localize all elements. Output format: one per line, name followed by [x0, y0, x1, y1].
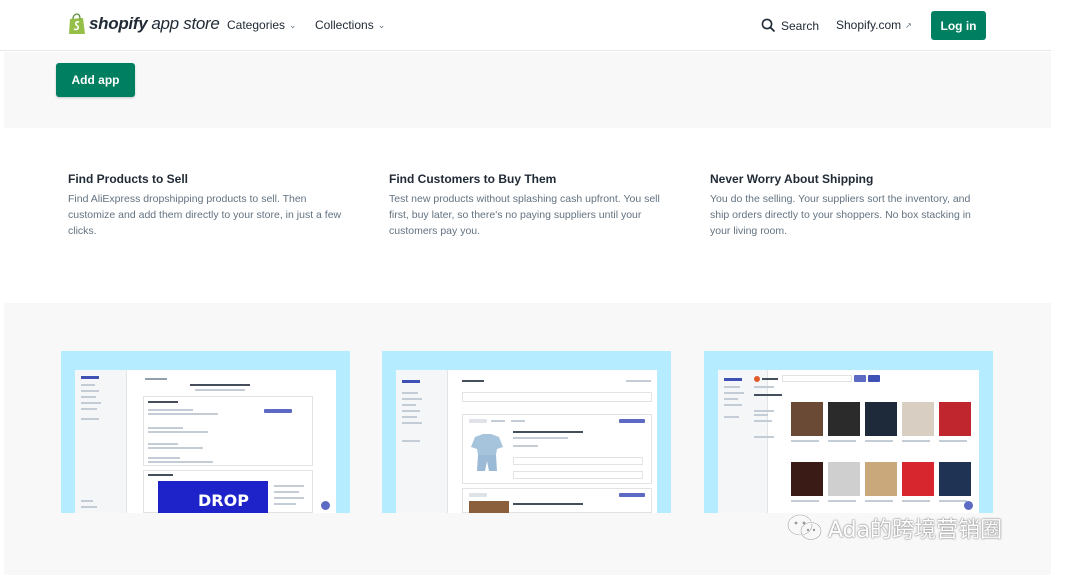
feature-title: Find Customers to Buy Them	[389, 172, 557, 186]
add-app-button[interactable]: Add app	[56, 63, 135, 97]
screenshot-window	[396, 370, 657, 513]
external-link-icon: ↗	[905, 20, 912, 30]
chat-bubble-icon	[321, 501, 330, 510]
feature-shipping: Never Worry About Shipping You do the se…	[710, 172, 985, 239]
product-thumbnail	[791, 462, 823, 496]
nav-collections-label: Collections	[315, 18, 374, 32]
shopify-com-link[interactable]: Shopify.com ↗	[836, 18, 912, 32]
search-icon	[761, 18, 776, 33]
product-thumbnail	[828, 402, 860, 436]
feature-body: You do the selling. Your suppliers sort …	[710, 193, 971, 237]
nav-categories[interactable]: Categories ⌄	[227, 18, 297, 32]
screenshot-product-search[interactable]	[704, 351, 993, 513]
product-thumbnail	[865, 402, 897, 436]
login-button[interactable]: Log in	[931, 11, 986, 40]
wechat-icon	[787, 514, 822, 541]
screenshot-import-list[interactable]	[382, 351, 671, 513]
product-thumbnail	[939, 402, 971, 436]
app-header-band	[4, 52, 1051, 128]
top-header: shopify app store Categories ⌄ Collectio…	[0, 0, 1051, 51]
feature-find-products: Find Products to Sell Find AliExpress dr…	[68, 172, 343, 239]
mini-sidebar	[75, 370, 127, 513]
product-thumbnail	[865, 462, 897, 496]
nav-collections[interactable]: Collections ⌄	[315, 18, 385, 32]
shopify-app-store-logo[interactable]: shopify app store	[68, 13, 220, 35]
chevron-down-icon: ⌄	[377, 19, 386, 30]
search-label: Search	[781, 18, 820, 33]
screenshot-dashboard[interactable]: DROP	[61, 351, 350, 513]
logo-brand-text: shopify	[89, 14, 148, 33]
logo-sub-text: app store	[151, 14, 220, 33]
chat-bubble-icon	[964, 501, 973, 510]
watermark-text: Ada的跨境营销圈	[828, 518, 1003, 543]
shopify-bag-icon	[69, 13, 85, 34]
feature-title: Find Products to Sell	[68, 172, 189, 186]
feature-body: Test new products without splashing cash…	[389, 193, 660, 237]
nav-categories-label: Categories	[227, 18, 286, 32]
product-thumbnail	[791, 402, 823, 436]
feature-find-customers: Find Customers to Buy Them Test new prod…	[389, 172, 664, 239]
feature-title: Never Worry About Shipping	[710, 172, 874, 186]
product-image	[471, 434, 503, 471]
product-thumbnail	[902, 462, 934, 496]
screenshot-window	[718, 370, 979, 513]
product-thumbnail	[828, 462, 860, 496]
product-thumbnail	[939, 462, 971, 496]
mini-sidebar	[718, 370, 768, 513]
wechat-watermark: Ada的跨境营销圈	[786, 512, 1002, 544]
shopify-com-label: Shopify.com	[836, 18, 902, 32]
chevron-down-icon: ⌄	[289, 19, 297, 30]
product-thumbnail	[902, 402, 934, 436]
feature-body: Find AliExpress dropshipping products to…	[68, 193, 342, 237]
video-text: DROP	[198, 491, 249, 510]
video-thumbnail[interactable]: DROP	[158, 481, 268, 513]
screenshot-window: DROP	[75, 370, 336, 513]
mini-sidebar	[396, 370, 448, 513]
search-button[interactable]: Search	[761, 18, 819, 33]
